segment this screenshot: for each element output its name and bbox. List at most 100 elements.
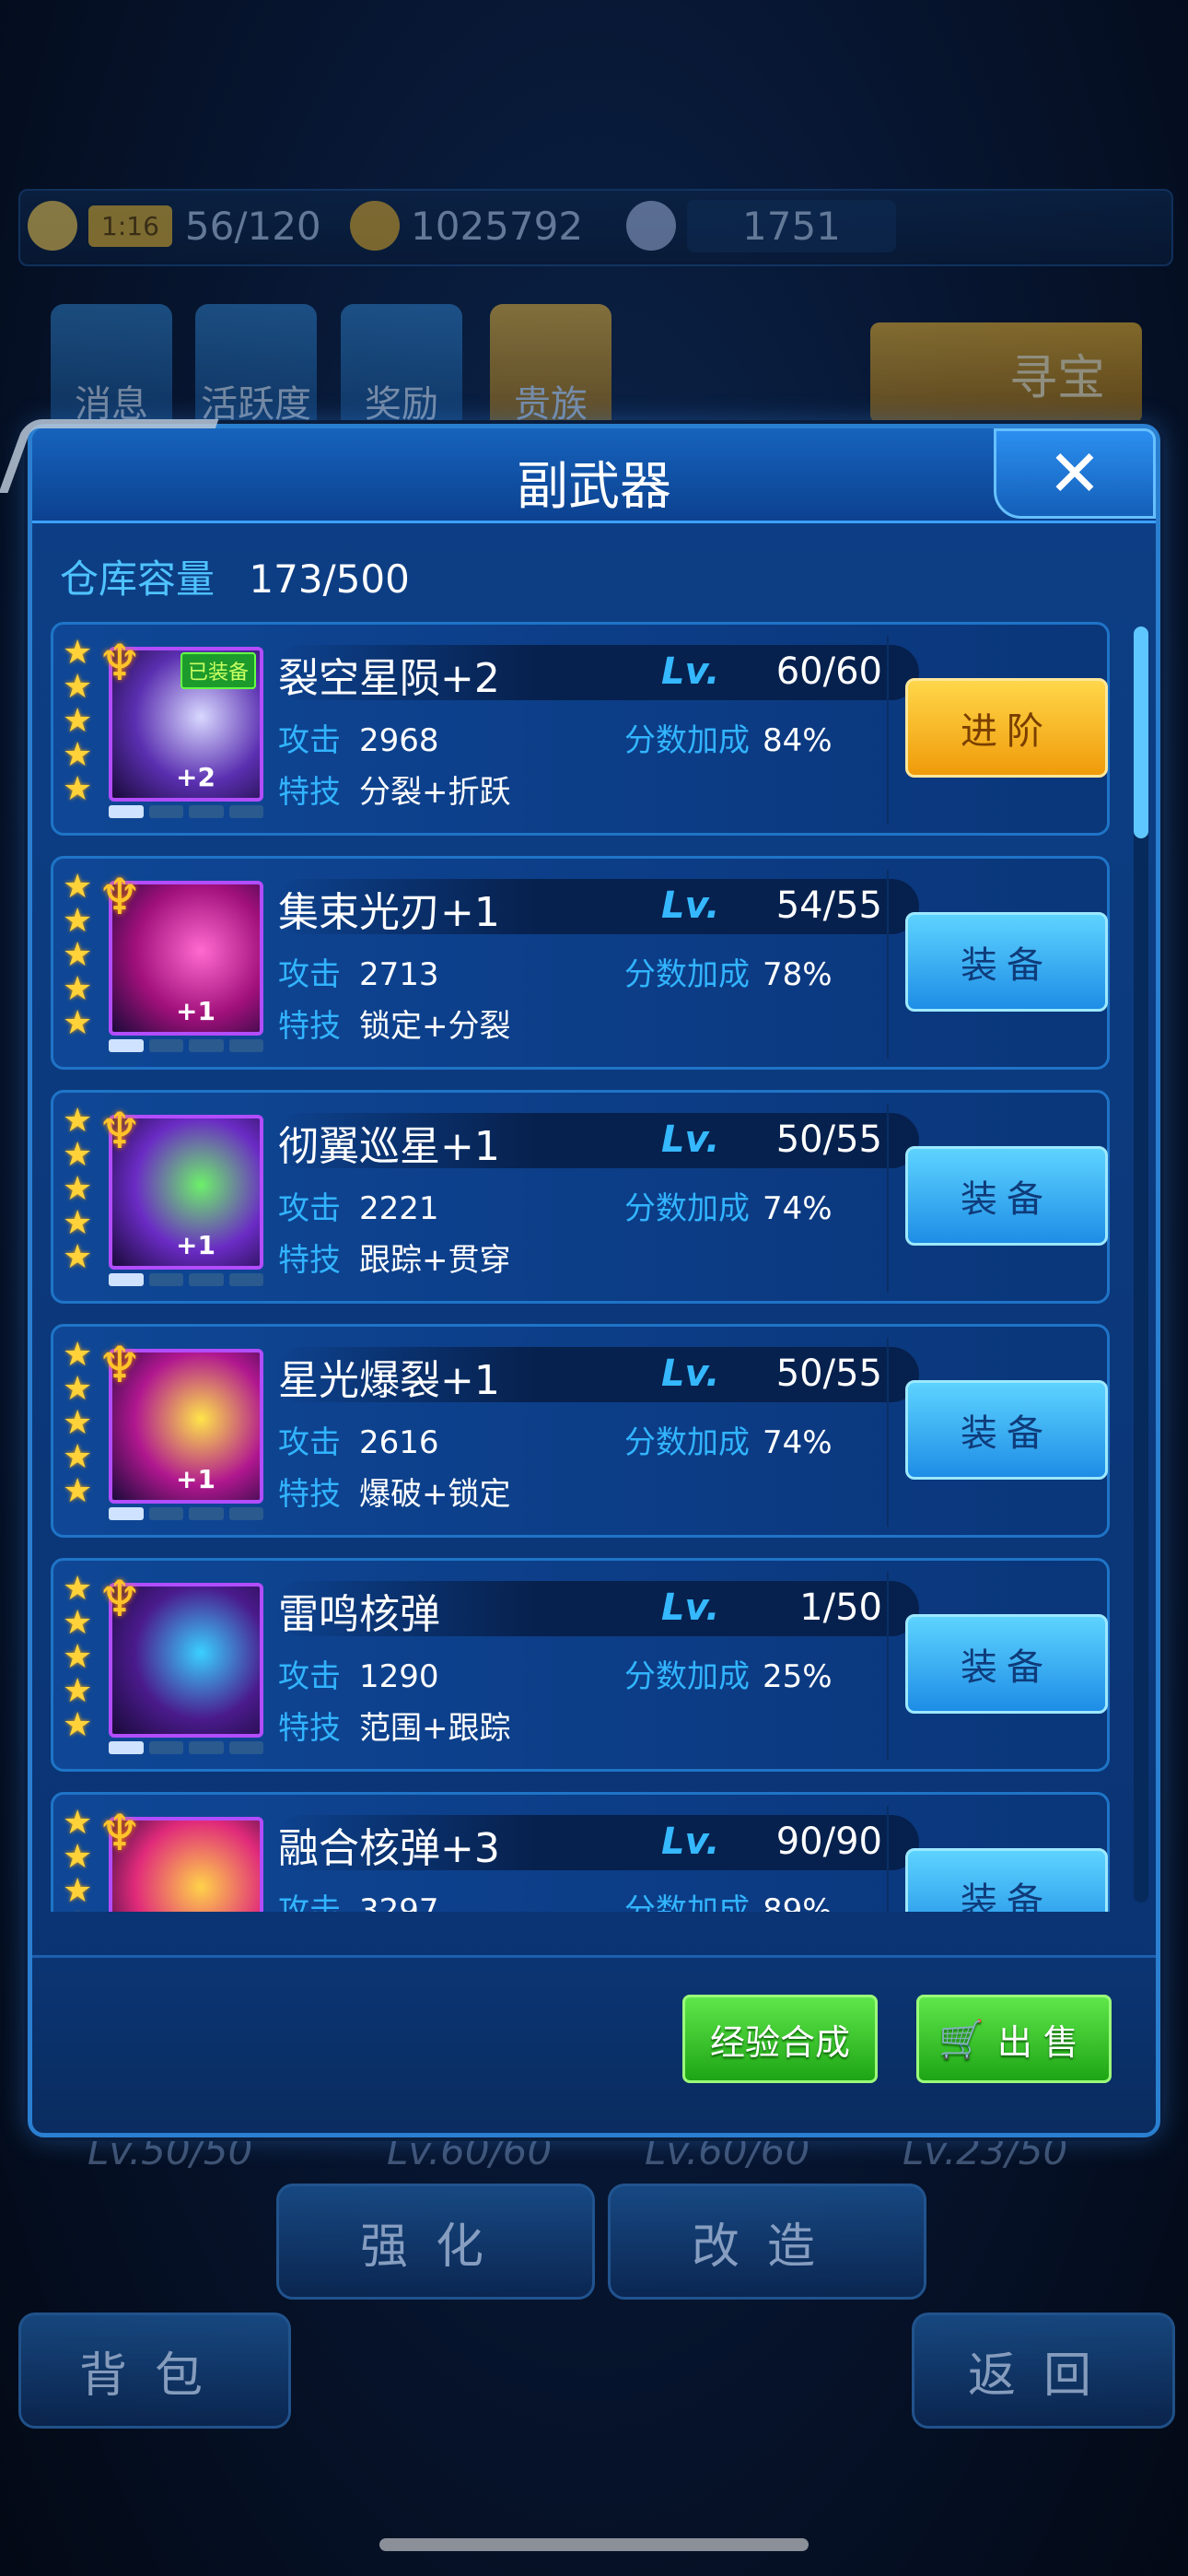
menu-noble[interactable]: 贵族 xyxy=(490,304,611,433)
weapon-card[interactable]: ★ ★ ★ ★ ★ ♆ 雷鸣核弹 Lv. 1/50 攻击 1290 分数加成 25% 特技 范围+跟踪 装备 xyxy=(51,1558,1110,1772)
score-bonus: 分数加成 89% xyxy=(624,1885,833,1912)
gold-display: 1025792 xyxy=(350,198,583,253)
card-divider xyxy=(887,1806,889,1912)
equip-button[interactable]: 装备 xyxy=(905,1848,1108,1912)
back-button[interactable]: 返回 xyxy=(912,2313,1175,2429)
advance-button[interactable]: 进阶 xyxy=(905,678,1108,778)
scroll-thumb[interactable] xyxy=(1134,626,1148,838)
card-divider xyxy=(887,1104,889,1293)
bag-button[interactable]: 背包 xyxy=(18,2313,291,2429)
bonus-label: 分数加成 xyxy=(624,956,750,993)
menu-messages[interactable]: 消息 xyxy=(51,304,172,433)
star-icon: ★ xyxy=(63,1204,93,1242)
star-icon: ★ xyxy=(63,970,93,1008)
weapon-card[interactable]: ★ ★ ★ ★ ★ ♆ 已装备 +2 裂空星陨+2 Lv. 60/60 攻击 2968 分数加成 84% 特技… xyxy=(51,622,1110,836)
bonus-value: 84% xyxy=(763,722,833,759)
level-value: 1/50 xyxy=(799,1587,882,1629)
star-icon: ★ xyxy=(63,1706,93,1744)
exp-synthesis-button[interactable]: 经验合成 xyxy=(682,1995,878,2083)
attack-label: 攻击 xyxy=(278,722,341,759)
weapon-name: 星光爆裂+1 xyxy=(278,1357,500,1404)
equipped-tag: 已装备 xyxy=(180,652,256,689)
skill-row: 特技 跟踪+贯穿 xyxy=(278,1235,511,1280)
weapon-name: 彻翼巡星+1 xyxy=(278,1123,500,1170)
skill-row: 特技 范围+跟踪 xyxy=(278,1703,511,1748)
bonus-value: 74% xyxy=(763,1190,833,1227)
capacity-label: 仓库容量 xyxy=(60,556,215,602)
attack-row: 攻击 2221 xyxy=(278,1183,439,1228)
star-icon: ★ xyxy=(63,1872,93,1910)
star-icon: ★ xyxy=(63,1638,93,1676)
skill-value: 锁定+分裂 xyxy=(359,1008,511,1045)
attack-label: 攻击 xyxy=(278,1892,341,1912)
energy-display: 1:16 56/120 xyxy=(28,198,321,253)
modify-button[interactable]: 改造 xyxy=(608,2184,926,2300)
star-icon: ★ xyxy=(63,1404,93,1442)
close-button[interactable]: ✕ xyxy=(994,428,1156,519)
close-icon: ✕ xyxy=(1047,436,1102,511)
upgrade-level: +1 xyxy=(176,1464,215,1494)
attack-label: 攻击 xyxy=(278,1424,341,1461)
skill-label: 特技 xyxy=(278,1710,341,1747)
gem-value: 1751 xyxy=(687,199,896,252)
star-icon: ★ xyxy=(63,736,93,774)
rank-badge-icon: ♆ xyxy=(97,634,143,692)
weapon-card[interactable]: ★ ★ ★ ★ ★ ♆ +1 星光爆裂+1 Lv. 50/55 攻击 2616 分数加成 74% 特技 爆破+… xyxy=(51,1324,1110,1538)
upgrade-pips xyxy=(109,1741,263,1754)
bonus-label: 分数加成 xyxy=(624,1892,750,1912)
score-bonus: 分数加成 74% xyxy=(624,1183,833,1228)
star-icon: ★ xyxy=(63,770,93,808)
attack-value: 2713 xyxy=(359,956,439,993)
weapon-list[interactable]: ★ ★ ★ ★ ★ ♆ 已装备 +2 裂空星陨+2 Lv. 60/60 攻击 2968 分数加成 84% 特技… xyxy=(51,622,1128,1912)
menu-rewards[interactable]: 奖励 xyxy=(341,304,462,433)
energy-icon xyxy=(28,201,77,251)
home-indicator[interactable] xyxy=(379,2538,809,2551)
strengthen-button[interactable]: 强化 xyxy=(276,2184,595,2300)
upgrade-level: +2 xyxy=(176,762,215,792)
energy-timer: 1:16 xyxy=(88,205,172,247)
level-value: 90/90 xyxy=(775,1821,882,1863)
weapon-card[interactable]: ★ ★ ★ ★ ★ ♆ +1 集束光刃+1 Lv. 54/55 攻击 2713 分数加成 78% 特技 锁定+… xyxy=(51,856,1110,1070)
upgrade-level: +1 xyxy=(176,996,215,1026)
attack-row: 攻击 2968 xyxy=(278,715,439,760)
skill-label: 特技 xyxy=(278,1008,341,1045)
menu-activity[interactable]: 活跃度 xyxy=(195,304,317,433)
level-value: 50/55 xyxy=(775,1118,882,1161)
equip-button[interactable]: 装备 xyxy=(905,1614,1108,1714)
level-label: Lv. xyxy=(661,1821,720,1863)
attack-row: 攻击 2713 xyxy=(278,949,439,994)
star-icon: ★ xyxy=(63,702,93,740)
level-label: Lv. xyxy=(661,1118,720,1161)
weapon-card[interactable]: ★★★★★♆+3融合核弹+3Lv.90/90攻击3297分数加成89%特技范围装… xyxy=(51,1792,1110,1912)
sell-button[interactable]: 🛒 出售 xyxy=(916,1995,1112,2083)
equip-button[interactable]: 装备 xyxy=(905,1380,1108,1480)
weapon-card[interactable]: ★ ★ ★ ★ ★ ♆ +1 彻翼巡星+1 Lv. 50/55 攻击 2221 分数加成 74% 特技 跟踪+… xyxy=(51,1090,1110,1304)
equip-button[interactable]: 装备 xyxy=(905,1146,1108,1246)
star-icon: ★ xyxy=(63,1672,93,1710)
score-bonus: 分数加成 78% xyxy=(624,949,833,994)
level-value: 50/55 xyxy=(775,1352,882,1395)
bonus-label: 分数加成 xyxy=(624,1658,750,1695)
skill-row: 特技 锁定+分裂 xyxy=(278,1001,511,1046)
upgrade-pips xyxy=(109,805,263,818)
gem-display: 1751 xyxy=(626,198,896,253)
rank-badge-icon: ♆ xyxy=(97,1102,143,1160)
treasure-button[interactable]: 寻宝 xyxy=(870,322,1142,424)
star-icon: ★ xyxy=(63,1238,93,1276)
star-icon: ★ xyxy=(63,936,93,974)
list-scrollbar[interactable] xyxy=(1134,626,1148,1903)
score-bonus: 分数加成 74% xyxy=(624,1417,833,1462)
star-icon: ★ xyxy=(63,1170,93,1208)
upgrade-pips xyxy=(109,1039,263,1052)
weapon-name: 裂空星陨+2 xyxy=(278,655,500,702)
rank-badge-icon: ♆ xyxy=(97,868,143,926)
skill-row: 特技 分裂+折跃 xyxy=(278,767,511,812)
weapon-name: 融合核弹+3 xyxy=(278,1825,500,1872)
equip-button[interactable]: 装备 xyxy=(905,912,1108,1012)
gold-coin-icon xyxy=(350,201,400,251)
score-bonus: 分数加成 25% xyxy=(624,1651,833,1696)
rank-badge-icon: ♆ xyxy=(97,1336,143,1394)
bonus-label: 分数加成 xyxy=(624,1190,750,1227)
bonus-value: 74% xyxy=(763,1424,833,1461)
bonus-value: 25% xyxy=(763,1658,833,1695)
